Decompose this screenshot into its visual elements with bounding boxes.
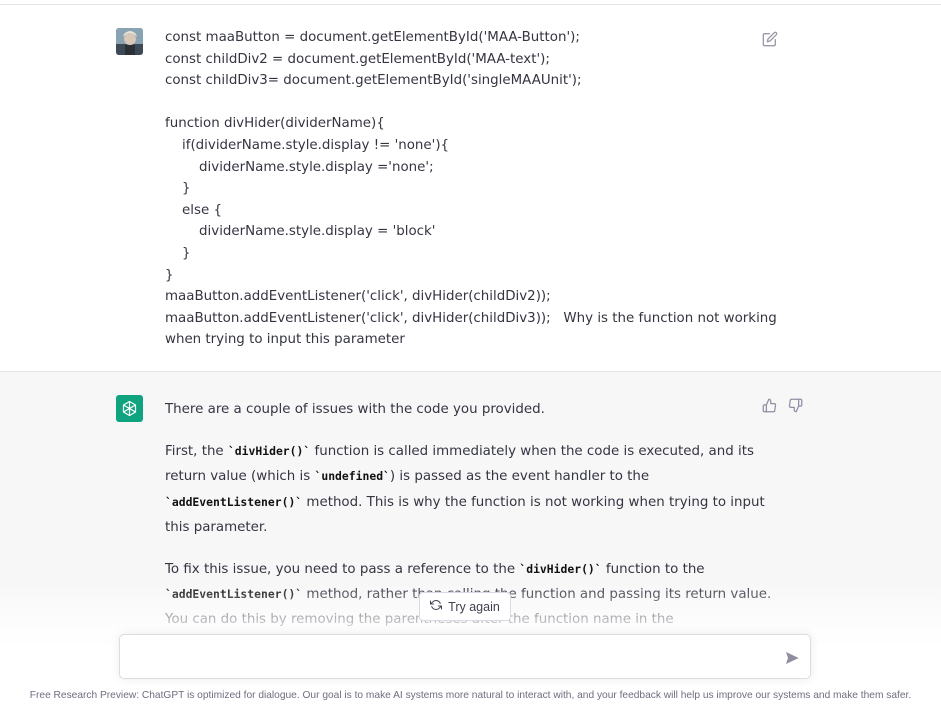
user-message-line: if(dividerName.style.display != 'none'){ (165, 137, 450, 153)
text-segment: ) is passed as the event handler to the (389, 469, 650, 485)
user-message-line: const maaButton = document.getElementByI… (165, 30, 580, 45)
user-message-line: function divHider(dividerName){ (165, 116, 385, 132)
assistant-line: `addEventListener()` method. This is why… (165, 490, 765, 515)
user-message-text: const maaButton = document.getElementByI… (165, 27, 777, 351)
text-segment: method, rather than calling the function… (302, 587, 772, 603)
user-avatar (116, 28, 143, 55)
user-message-line: dividerName.style.display ='none'; (165, 159, 434, 175)
assistant-line: return value (which is `undefined`) is p… (165, 464, 755, 489)
openai-logo-icon (116, 395, 143, 422)
user-message: const maaButton = document.getElementByI… (0, 5, 941, 372)
user-message-line: const childDiv2 = document.getElementByI… (165, 51, 550, 67)
edit-icon[interactable] (762, 31, 778, 47)
inline-code: `addEventListener()` (165, 587, 303, 602)
refresh-icon (430, 599, 443, 614)
user-message-line: maaButton.addEventListener('click', divH… (165, 289, 551, 305)
user-message-line: when trying to input this parameter (165, 332, 405, 348)
thumbs-up-icon[interactable] (762, 398, 777, 413)
text-segment: function to the (601, 562, 705, 578)
text-segment: function is called immediately when the … (310, 444, 754, 460)
assistant-line: First, the `divHider()` function is call… (165, 439, 755, 464)
user-message-line: } (165, 267, 174, 283)
assistant-line: There are a couple of issues with the co… (165, 402, 545, 417)
user-message-line: } (165, 245, 191, 261)
inline-code: `divHider()` (519, 562, 602, 577)
assistant-paragraph: There are a couple of issues with the co… (165, 397, 755, 422)
user-message-line: maaButton.addEventListener('click', divH… (165, 310, 777, 326)
text-segment: To fix this issue, you need to pass a re… (165, 562, 520, 578)
inline-code: `addEventListener()` (165, 494, 303, 509)
user-message-line: const childDiv3= document.getElementById… (165, 73, 582, 89)
user-message-line (165, 92, 755, 114)
inline-code: `divHider()` (227, 444, 311, 459)
thumbs-down-icon[interactable] (788, 398, 803, 413)
try-again-button[interactable]: Try again (419, 592, 511, 621)
inline-code: `undefined` (314, 469, 390, 484)
assistant-paragraph: First, the `divHider()` function is call… (165, 439, 765, 540)
text-segment: return value (which is (165, 469, 315, 485)
try-again-label: Try again (448, 599, 500, 614)
assistant-line: this parameter. (165, 519, 268, 535)
text-segment: First, the (165, 444, 228, 460)
assistant-line: To fix this issue, you need to pass a re… (165, 557, 755, 582)
user-message-line: else { (165, 202, 222, 218)
message-input-box (119, 634, 811, 679)
user-message-line: dividerName.style.display = 'block' (165, 224, 436, 240)
send-icon[interactable] (784, 650, 800, 666)
text-segment: method. This is why the function is not … (302, 494, 765, 510)
user-message-line: } (165, 181, 191, 197)
message-input[interactable] (134, 647, 774, 669)
footer-disclaimer: Free Research Preview: ChatGPT is optimi… (29, 690, 912, 701)
